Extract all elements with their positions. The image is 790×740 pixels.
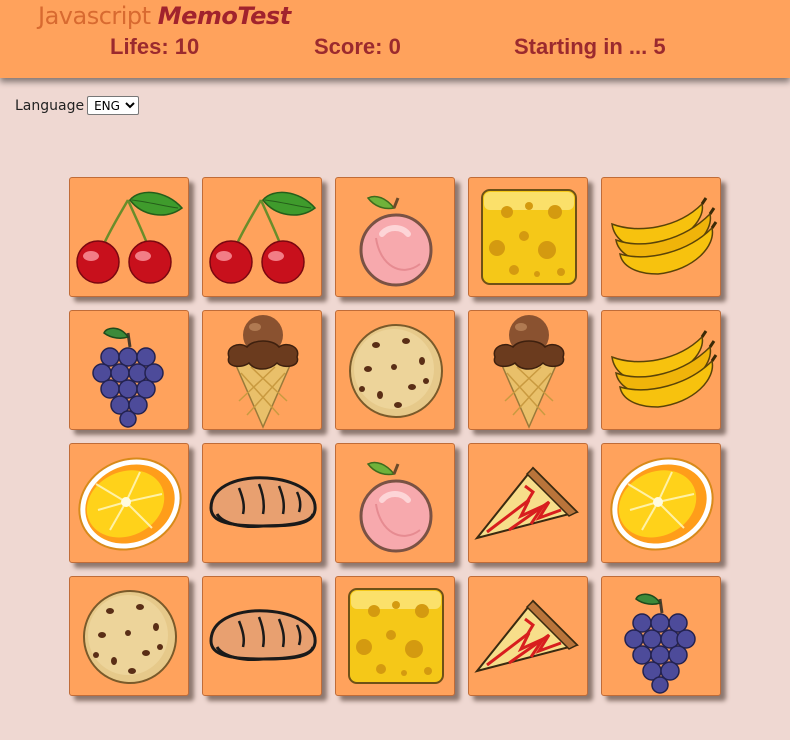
- cheese-icon: [348, 588, 444, 684]
- logo-text-memotest: MemoTest: [157, 2, 291, 30]
- orange-icon: [610, 457, 714, 551]
- game-board: [69, 177, 721, 696]
- memo-card[interactable]: [335, 177, 455, 297]
- bread-icon: [209, 609, 317, 661]
- memo-card[interactable]: [202, 177, 322, 297]
- memo-card[interactable]: [202, 310, 322, 430]
- cookie-icon: [83, 590, 177, 684]
- language-selector-row: Language ENG: [15, 96, 140, 115]
- app-logo: Javascript MemoTest: [38, 0, 291, 32]
- peach-icon: [359, 195, 433, 287]
- memo-card[interactable]: [601, 443, 721, 563]
- memo-card[interactable]: [468, 576, 588, 696]
- memo-card[interactable]: [335, 310, 455, 430]
- peach-icon: [359, 461, 433, 553]
- bread-icon: [209, 476, 317, 528]
- memo-card[interactable]: [601, 576, 721, 696]
- memo-card[interactable]: [335, 443, 455, 563]
- ice-cream-icon: [493, 315, 565, 429]
- language-select[interactable]: ENG: [87, 96, 140, 115]
- memo-card[interactable]: [202, 443, 322, 563]
- header-bar: Javascript MemoTest Lifes: 10 Score: 0 S…: [0, 0, 790, 78]
- language-label: Language: [15, 97, 85, 114]
- score-counter: Score: 0: [314, 34, 401, 59]
- ice-cream-icon: [227, 315, 299, 429]
- logo-text-javascript: Javascript: [38, 2, 151, 30]
- memo-card[interactable]: [69, 576, 189, 696]
- orange-icon: [78, 457, 182, 551]
- cheese-icon: [481, 189, 577, 285]
- cookie-icon: [349, 324, 443, 418]
- cherry-icon: [76, 191, 184, 284]
- memo-card[interactable]: [601, 310, 721, 430]
- grapes-icon: [92, 327, 164, 428]
- memo-card[interactable]: [69, 310, 189, 430]
- memo-card[interactable]: [69, 177, 189, 297]
- memo-card[interactable]: [468, 310, 588, 430]
- memo-card[interactable]: [335, 576, 455, 696]
- grapes-icon: [624, 593, 696, 694]
- memo-card[interactable]: [601, 177, 721, 297]
- memo-card[interactable]: [468, 443, 588, 563]
- banana-icon: [611, 197, 718, 275]
- countdown-text: Starting in ... 5: [514, 34, 666, 59]
- banana-icon: [611, 330, 718, 408]
- cherry-icon: [209, 191, 317, 284]
- pizza-icon: [474, 466, 579, 540]
- lifes-counter: Lifes: 10: [110, 34, 200, 59]
- pizza-icon: [474, 599, 579, 673]
- memo-card[interactable]: [202, 576, 322, 696]
- memo-card[interactable]: [468, 177, 588, 297]
- memo-card[interactable]: [69, 443, 189, 563]
